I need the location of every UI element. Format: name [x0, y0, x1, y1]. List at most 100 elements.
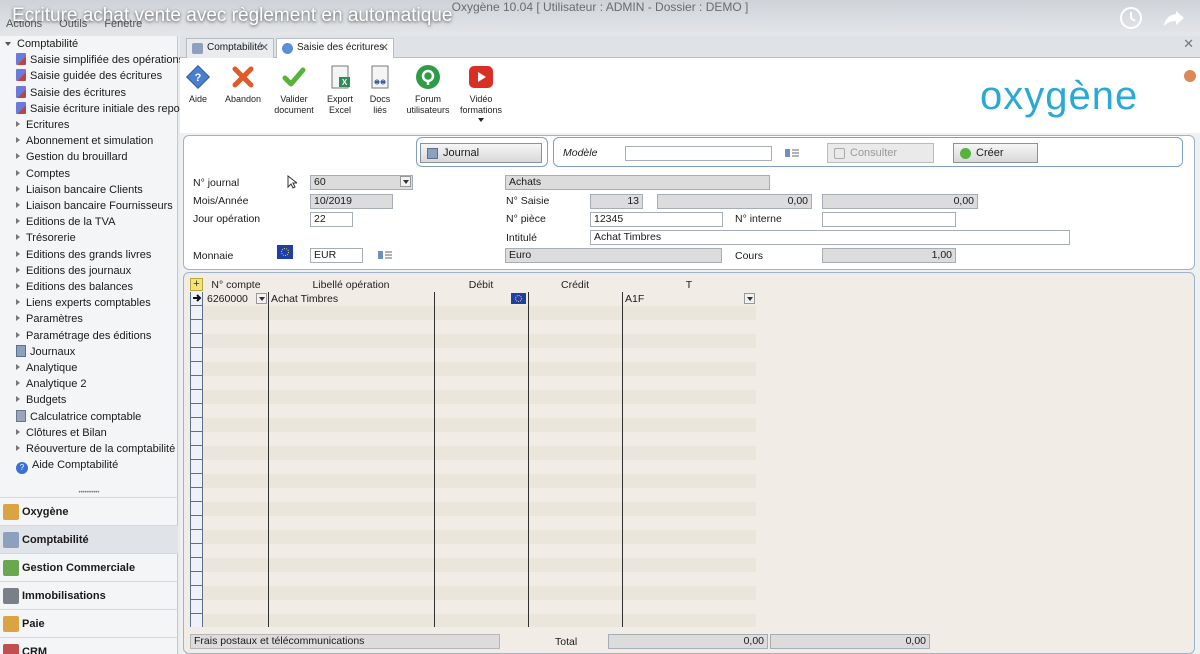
row-selector[interactable] [190, 474, 203, 488]
table-row[interactable] [190, 600, 756, 614]
row-selector[interactable] [190, 348, 203, 362]
sidebar-item-21[interactable]: Analytique 2 [16, 376, 87, 392]
sidebar-item-17[interactable]: Paramètres [16, 311, 83, 327]
table-row[interactable] [190, 614, 756, 627]
eu-flag-icon[interactable] [277, 245, 293, 259]
table-row[interactable] [190, 488, 756, 502]
row-selector[interactable] [190, 488, 203, 502]
sidebar-item-16[interactable]: Liens experts comptables [16, 295, 151, 311]
row-selector[interactable] [190, 586, 203, 600]
mois-annee-field[interactable]: 10/2019 [310, 194, 393, 209]
table-row[interactable] [190, 306, 756, 320]
row-selector[interactable] [190, 600, 203, 614]
table-row[interactable] [190, 376, 756, 390]
row-selector[interactable] [190, 558, 203, 572]
table-row[interactable]: 6260000 Achat Timbres A1F [190, 292, 756, 306]
sidebar-item-0[interactable]: Comptabilité [5, 36, 78, 52]
column-divider[interactable] [434, 292, 435, 627]
piece-number-field[interactable]: 12345 [590, 212, 723, 227]
forum-utilisateurs-button[interactable]: Forum utilisateurs [403, 64, 453, 116]
jour-operation-field[interactable]: 22 [310, 212, 353, 227]
modele-field[interactable] [625, 146, 772, 161]
table-row[interactable] [190, 432, 756, 446]
interne-number-field[interactable] [822, 212, 956, 227]
module-4[interactable]: Paie [0, 609, 178, 637]
close-all-tabs-icon[interactable]: ✕ [1183, 36, 1194, 52]
aide-button[interactable]: ? Aide [173, 64, 223, 105]
row-selector[interactable] [190, 460, 203, 474]
eu-flag-icon[interactable] [511, 293, 526, 304]
sidebar-item-7[interactable]: Gestion du brouillard [16, 149, 128, 165]
row-selector[interactable] [190, 572, 203, 586]
row-selector[interactable] [190, 292, 203, 306]
sidebar-item-13[interactable]: Editions des grands livres [16, 247, 151, 263]
currency-list-icon[interactable] [378, 249, 392, 261]
row-selector[interactable] [190, 432, 203, 446]
sidebar-item-1[interactable]: Saisie simplifiée des opérations [16, 52, 184, 68]
module-3[interactable]: Immobilisations [0, 581, 178, 609]
journal-dropdown-chevron-icon[interactable] [400, 176, 411, 187]
table-row[interactable] [190, 404, 756, 418]
col-header-t[interactable]: T [622, 278, 756, 292]
table-row[interactable] [190, 530, 756, 544]
sidebar-item-3[interactable]: Saisie des écritures [16, 85, 126, 101]
table-row[interactable] [190, 390, 756, 404]
module-5[interactable]: CRM [0, 637, 178, 654]
table-row[interactable] [190, 362, 756, 376]
abandon-button[interactable]: Abandon [218, 64, 268, 105]
row-selector[interactable] [190, 320, 203, 334]
video-formations-button[interactable]: Vidéo formations [456, 64, 506, 122]
module-2[interactable]: Gestion Commerciale [0, 553, 178, 581]
chevron-down-icon[interactable] [478, 118, 484, 122]
table-row[interactable] [190, 460, 756, 474]
sidebar-item-24[interactable]: Clôtures et Bilan [16, 425, 107, 441]
table-row[interactable] [190, 446, 756, 460]
table-row[interactable] [190, 418, 756, 432]
row-selector[interactable] [190, 530, 203, 544]
table-row[interactable] [190, 502, 756, 516]
table-row[interactable] [190, 348, 756, 362]
sidebar-item-5[interactable]: Ecritures [16, 117, 69, 133]
col-header-libelle[interactable]: Libellé opération [268, 278, 434, 292]
tab-close-icon[interactable]: ✕ [260, 39, 269, 57]
sidebar-item-25[interactable]: Réouverture de la comptabilité [16, 441, 175, 457]
row-selector[interactable] [190, 306, 203, 320]
sidebar-item-9[interactable]: Liaison bancaire Clients [16, 182, 143, 198]
creer-button[interactable]: Créer [953, 143, 1038, 163]
intitule-field[interactable]: Achat Timbres [590, 230, 1070, 245]
sidebar-item-10[interactable]: Liaison bancaire Fournisseurs [16, 198, 173, 214]
table-row[interactable] [190, 474, 756, 488]
cell-t[interactable]: A1F [622, 292, 756, 306]
share-arrow-icon[interactable] [1162, 6, 1186, 30]
add-row-icon[interactable]: + [190, 278, 203, 291]
watch-later-clock-icon[interactable] [1119, 6, 1143, 30]
journal-button[interactable]: Journal [420, 143, 542, 163]
sidebar-item-14[interactable]: Editions des journaux [16, 263, 131, 279]
row-selector[interactable] [190, 376, 203, 390]
row-selector[interactable] [190, 334, 203, 348]
row-selector[interactable] [190, 362, 203, 376]
table-row[interactable] [190, 516, 756, 530]
sidebar-item-6[interactable]: Abonnement et simulation [16, 133, 153, 149]
sidebar-item-12[interactable]: Trésorerie [16, 230, 76, 246]
sidebar-item-2[interactable]: Saisie guidée des écritures [16, 68, 162, 84]
table-row[interactable] [190, 334, 756, 348]
sidebar-item-8[interactable]: Comptes [16, 166, 70, 182]
sidebar-item-15[interactable]: Editions des balances [16, 279, 133, 295]
account-dropdown-chevron-icon[interactable] [256, 293, 267, 304]
column-divider[interactable] [528, 292, 529, 627]
column-divider[interactable] [268, 292, 269, 627]
table-row[interactable] [190, 572, 756, 586]
monnaie-field[interactable]: EUR [310, 248, 363, 263]
col-header-debit[interactable]: Débit [434, 278, 528, 292]
sidebar-item-11[interactable]: Editions de la TVA [16, 214, 115, 230]
sidebar-item-18[interactable]: Paramétrage des éditions [16, 328, 151, 344]
docs-lies-button[interactable]: Docs liés [355, 64, 405, 116]
row-selector[interactable] [190, 614, 203, 627]
col-header-compte[interactable]: N° compte [204, 278, 268, 292]
table-row[interactable] [190, 558, 756, 572]
row-selector[interactable] [190, 516, 203, 530]
cell-credit[interactable] [528, 292, 622, 306]
sidebar-item-22[interactable]: Budgets [16, 392, 66, 408]
row-selector[interactable] [190, 446, 203, 460]
